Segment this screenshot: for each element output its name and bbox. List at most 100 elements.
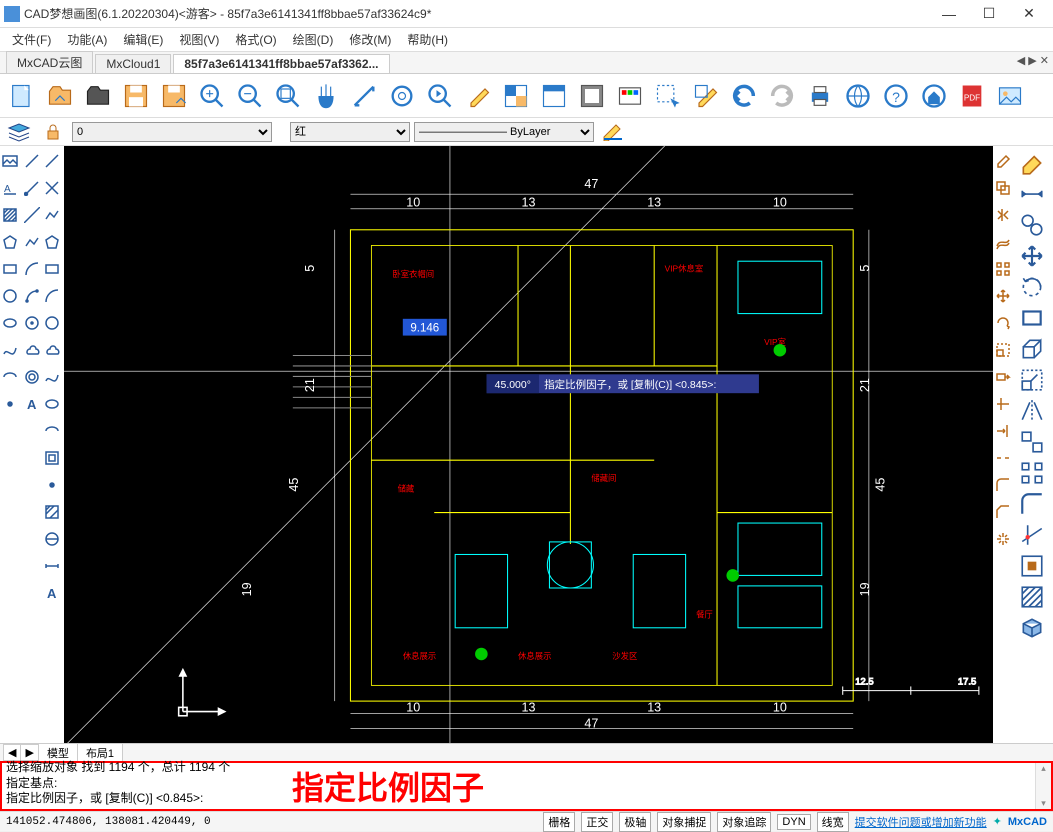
cloud2-icon[interactable] xyxy=(42,337,62,363)
text2-icon[interactable]: A xyxy=(42,580,62,606)
color-select[interactable]: 红 xyxy=(290,122,410,142)
toggle-grid[interactable]: 栅格 xyxy=(543,812,575,832)
array2-icon[interactable] xyxy=(1015,458,1049,488)
circle2-icon[interactable] xyxy=(22,310,42,336)
arc2-icon[interactable] xyxy=(22,283,42,309)
view1-button[interactable] xyxy=(536,78,572,114)
polygon-icon[interactable] xyxy=(0,229,20,255)
point2-icon[interactable] xyxy=(42,472,62,498)
point-icon[interactable] xyxy=(0,391,20,417)
open-cloud-button[interactable] xyxy=(42,78,78,114)
tab-mxcloud1[interactable]: MxCloud1 xyxy=(95,54,171,73)
layers-button[interactable] xyxy=(498,78,534,114)
print-button[interactable] xyxy=(802,78,838,114)
block2-icon[interactable] xyxy=(1015,551,1049,581)
help-web-button[interactable]: ? xyxy=(878,78,914,114)
extrude-icon[interactable] xyxy=(1015,334,1049,364)
scale2-icon[interactable] xyxy=(1015,365,1049,395)
dim-icon[interactable] xyxy=(42,553,62,579)
zoom-in-button[interactable] xyxy=(194,78,230,114)
command-history[interactable]: 选择缩放对象 找到 1194 个，总计 1194 个 指定基点: 指定比例因子，… xyxy=(2,763,282,809)
feedback-link[interactable]: 提交软件问题或增加新功能 xyxy=(855,814,987,830)
move2-icon[interactable] xyxy=(1015,241,1049,271)
menu-draw[interactable]: 绘图(D) xyxy=(287,29,340,50)
spline2-icon[interactable] xyxy=(42,364,62,390)
cmd-scrollbar[interactable]: ▴▾ xyxy=(1035,763,1051,809)
tab-nav[interactable]: ◀ ▶ ✕ xyxy=(1017,54,1049,67)
measure-button[interactable] xyxy=(346,78,382,114)
mirror2-icon[interactable] xyxy=(1015,396,1049,426)
zoom-prev-button[interactable] xyxy=(422,78,458,114)
scale-icon[interactable] xyxy=(993,337,1013,363)
new-button[interactable] xyxy=(4,78,40,114)
layout-prev[interactable]: ◀ xyxy=(3,744,21,761)
highlight-button[interactable] xyxy=(460,78,496,114)
circle-icon[interactable] xyxy=(0,283,20,309)
pline2-icon[interactable] xyxy=(42,202,62,228)
dim-linear-icon[interactable] xyxy=(1015,179,1049,209)
donut-icon[interactable] xyxy=(22,364,42,390)
redo-button[interactable] xyxy=(764,78,800,114)
zoom-window-button[interactable] xyxy=(384,78,420,114)
pan-button[interactable] xyxy=(308,78,344,114)
menu-view[interactable]: 视图(V) xyxy=(173,29,225,50)
view2-button[interactable] xyxy=(574,78,610,114)
linetype-edit-icon[interactable] xyxy=(598,121,628,143)
toggle-osnap[interactable]: 对象捕捉 xyxy=(657,812,711,832)
menu-help[interactable]: 帮助(H) xyxy=(401,29,454,50)
3dbox-icon[interactable] xyxy=(1015,613,1049,643)
erase-icon[interactable] xyxy=(993,148,1013,174)
hatch-icon[interactable] xyxy=(0,202,20,228)
zoom-extents-button[interactable] xyxy=(270,78,306,114)
brush-button[interactable] xyxy=(688,78,724,114)
rotate2-icon[interactable] xyxy=(1015,272,1049,302)
image-button[interactable] xyxy=(992,78,1028,114)
offset-icon[interactable] xyxy=(993,229,1013,255)
region-icon[interactable] xyxy=(42,526,62,552)
mtext-icon[interactable]: A xyxy=(22,391,42,417)
rect2-icon[interactable] xyxy=(42,256,62,282)
text-icon[interactable]: A xyxy=(0,175,20,201)
arc-icon[interactable] xyxy=(22,256,42,282)
arc3-icon[interactable] xyxy=(42,283,62,309)
explode-icon[interactable] xyxy=(993,526,1013,552)
tab-mxcad-cloud[interactable]: MxCAD云图 xyxy=(6,51,93,73)
toggle-ortho[interactable]: 正交 xyxy=(581,812,613,832)
menu-function[interactable]: 功能(A) xyxy=(61,29,113,50)
array-icon[interactable] xyxy=(993,256,1013,282)
fillet2-icon[interactable] xyxy=(1015,489,1049,519)
copy2-icon[interactable] xyxy=(1015,210,1049,240)
web-button[interactable] xyxy=(840,78,876,114)
save-button[interactable] xyxy=(118,78,154,114)
spline-icon[interactable] xyxy=(0,337,20,363)
xline2-icon[interactable] xyxy=(42,175,62,201)
trim-icon[interactable] xyxy=(993,391,1013,417)
hatch2-icon[interactable] xyxy=(42,499,62,525)
tab-current-doc[interactable]: 85f7a3e6141341ff8bbae57af3362... xyxy=(173,54,389,73)
rotate-icon[interactable] xyxy=(993,310,1013,336)
line-icon[interactable] xyxy=(22,148,42,174)
chamfer-icon[interactable] xyxy=(993,499,1013,525)
menu-file[interactable]: 文件(F) xyxy=(6,29,57,50)
palette-button[interactable] xyxy=(612,78,648,114)
align-icon[interactable] xyxy=(1015,427,1049,457)
fillet-icon[interactable] xyxy=(993,472,1013,498)
xline-icon[interactable] xyxy=(22,202,42,228)
ellipse-icon[interactable] xyxy=(0,310,20,336)
layer-lock-icon[interactable] xyxy=(38,121,68,143)
maximize-button[interactable]: ☐ xyxy=(969,1,1009,27)
stretch-icon[interactable] xyxy=(993,364,1013,390)
rectangle-icon[interactable] xyxy=(0,256,20,282)
home-button[interactable] xyxy=(916,78,952,114)
close-button[interactable]: ✕ xyxy=(1009,1,1049,27)
revcloud-icon[interactable] xyxy=(22,337,42,363)
menu-modify[interactable]: 修改(M) xyxy=(343,29,397,50)
toggle-dyn[interactable]: DYN xyxy=(777,814,810,830)
ray-icon[interactable] xyxy=(22,175,42,201)
block-icon[interactable] xyxy=(42,445,62,471)
break-icon[interactable] xyxy=(993,445,1013,471)
mirror-icon[interactable] xyxy=(993,202,1013,228)
line2-icon[interactable] xyxy=(42,148,62,174)
toggle-lineweight[interactable]: 线宽 xyxy=(817,812,849,832)
hatch3-icon[interactable] xyxy=(1015,582,1049,612)
